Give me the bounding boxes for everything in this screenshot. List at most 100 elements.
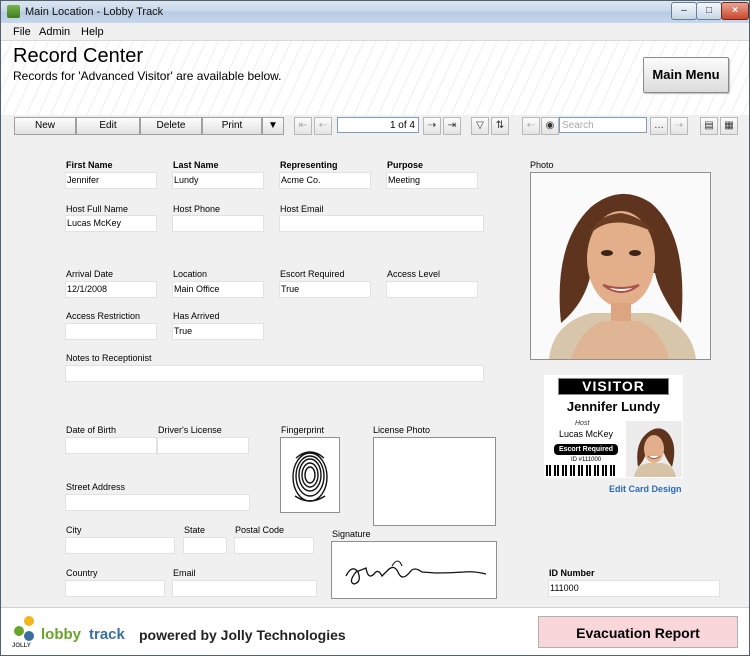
host-phone-field[interactable] xyxy=(172,215,264,232)
print-button[interactable]: Print xyxy=(202,117,262,135)
state-field[interactable] xyxy=(183,537,227,554)
app-window: Main Location - Lobby Track – □ × File A… xyxy=(0,0,750,656)
fingerprint-icon xyxy=(292,451,328,502)
new-button[interactable]: New xyxy=(14,117,76,135)
arrival-date-field[interactable]: 12/1/2008 xyxy=(65,281,157,298)
city-field[interactable] xyxy=(65,537,175,554)
window-title: Main Location - Lobby Track xyxy=(25,6,164,18)
title-bar: Main Location - Lobby Track – □ × xyxy=(1,1,749,23)
maximize-button[interactable]: □ xyxy=(696,2,722,20)
access-restriction-field[interactable] xyxy=(65,323,157,340)
purpose-field[interactable]: Meeting xyxy=(386,172,478,189)
badge-host-label: Host xyxy=(575,420,590,427)
evacuation-report-button[interactable]: Evacuation Report xyxy=(538,616,738,648)
license-photo-label: License Photo xyxy=(373,425,431,435)
signature-box[interactable] xyxy=(331,541,497,599)
badge-photo xyxy=(626,421,682,477)
first-name-label: First Name xyxy=(66,160,113,170)
notes-field[interactable] xyxy=(65,365,484,382)
purpose-label: Purpose xyxy=(387,160,424,170)
first-record-icon[interactable]: ⇤ xyxy=(294,117,312,135)
form-view-icon[interactable]: ▤ xyxy=(700,117,718,135)
country-label: Country xyxy=(66,568,98,578)
has-arrived-field[interactable]: True xyxy=(172,323,264,340)
host-full-name-label: Host Full Name xyxy=(66,204,129,214)
jolly-logo-icon xyxy=(14,616,34,641)
visitor-photo[interactable] xyxy=(530,172,711,360)
previous-record-icon[interactable]: ⇠ xyxy=(314,117,332,135)
binoculars-icon[interactable]: ◉ xyxy=(541,117,559,135)
print-dropdown-button[interactable]: ▼ xyxy=(262,117,284,135)
search-back-icon[interactable]: ⇠ xyxy=(522,117,540,135)
close-button[interactable]: × xyxy=(721,2,749,20)
main-menu-button[interactable]: Main Menu xyxy=(643,57,729,93)
sort-icon[interactable]: ⇅ xyxy=(491,117,509,135)
record-form: First Name Jennifer Last Name Lundy Repr… xyxy=(1,139,749,607)
header: Record Center Records for 'Advanced Visi… xyxy=(1,41,749,115)
menu-admin[interactable]: Admin xyxy=(39,26,70,38)
last-name-field[interactable]: Lundy xyxy=(172,172,264,189)
street-address-label: Street Address xyxy=(66,482,126,492)
badge-escort-required: Escort Required xyxy=(554,444,618,455)
representing-label: Representing xyxy=(280,160,338,170)
signature-icon xyxy=(345,560,487,585)
id-number-label: ID Number xyxy=(549,568,595,578)
access-level-label: Access Level xyxy=(387,269,441,279)
search-input[interactable]: Search xyxy=(559,117,647,133)
representing-field[interactable]: Acme Co. xyxy=(279,172,371,189)
id-number-field[interactable]: 111000 xyxy=(548,580,720,597)
visitor-badge-preview: VISITOR Jennifer Lundy Host Lucas McKey … xyxy=(544,375,683,478)
street-address-field[interactable] xyxy=(65,494,250,511)
state-label: State xyxy=(184,525,206,535)
app-icon xyxy=(7,5,20,18)
filter-icon[interactable]: ▽ xyxy=(471,117,489,135)
notes-label: Notes to Receptionist xyxy=(66,353,152,363)
jolly-logo-text: JOLLY xyxy=(12,643,31,649)
badge-visitor-title: VISITOR xyxy=(558,378,669,395)
menu-help[interactable]: Help xyxy=(81,26,104,38)
signature-label: Signature xyxy=(332,529,371,539)
escort-required-field[interactable]: True xyxy=(279,281,371,298)
email-field[interactable] xyxy=(172,580,317,597)
license-photo-box[interactable] xyxy=(373,437,496,526)
logo-track-text: track xyxy=(89,626,125,643)
access-level-field[interactable] xyxy=(386,281,478,298)
more-options-icon[interactable]: … xyxy=(650,117,668,135)
barcode-icon xyxy=(546,465,618,476)
first-name-field[interactable]: Jennifer xyxy=(65,172,157,189)
record-pager[interactable]: 1 of 4 xyxy=(337,117,419,133)
country-field[interactable] xyxy=(65,580,165,597)
visitor-portrait xyxy=(531,173,710,359)
fingerprint-label: Fingerprint xyxy=(281,425,325,435)
page-subtitle: Records for 'Advanced Visitor' are avail… xyxy=(13,69,282,83)
toolbar: New Edit Delete Print ▼ ⇤ ⇠ 1 of 4 ⇢ ⇥ ▽… xyxy=(1,115,749,139)
edit-button[interactable]: Edit xyxy=(76,117,140,135)
arrival-date-label: Arrival Date xyxy=(66,269,114,279)
escort-required-label: Escort Required xyxy=(280,269,345,279)
location-label: Location xyxy=(173,269,208,279)
minimize-button[interactable]: – xyxy=(671,2,697,20)
powered-by-text: powered by Jolly Technologies xyxy=(139,627,346,643)
location-field[interactable]: Main Office xyxy=(172,281,264,298)
host-full-name-field[interactable]: Lucas McKey xyxy=(65,215,157,232)
menu-file[interactable]: File xyxy=(13,26,31,38)
last-record-icon[interactable]: ⇥ xyxy=(443,117,461,135)
postal-code-field[interactable] xyxy=(234,537,314,554)
search-forward-icon[interactable]: ⇢ xyxy=(670,117,688,135)
next-record-icon[interactable]: ⇢ xyxy=(423,117,441,135)
edit-card-design-link[interactable]: Edit Card Design xyxy=(609,484,682,494)
date-of-birth-label: Date of Birth xyxy=(66,425,117,435)
drivers-license-field[interactable] xyxy=(157,437,249,454)
badge-id: ID #111000 xyxy=(571,457,602,463)
email-label: Email xyxy=(173,568,196,578)
badge-host: Lucas McKey xyxy=(559,429,614,439)
last-name-label: Last Name xyxy=(173,160,219,170)
host-email-field[interactable] xyxy=(279,215,484,232)
menu-bar: File Admin Help xyxy=(1,23,749,41)
date-of-birth-field[interactable] xyxy=(65,437,157,454)
access-restriction-label: Access Restriction xyxy=(66,311,141,321)
fingerprint-box[interactable] xyxy=(280,437,340,513)
badge-name: Jennifer Lundy xyxy=(566,399,661,414)
list-view-icon[interactable]: ▦ xyxy=(720,117,738,135)
delete-button[interactable]: Delete xyxy=(140,117,202,135)
